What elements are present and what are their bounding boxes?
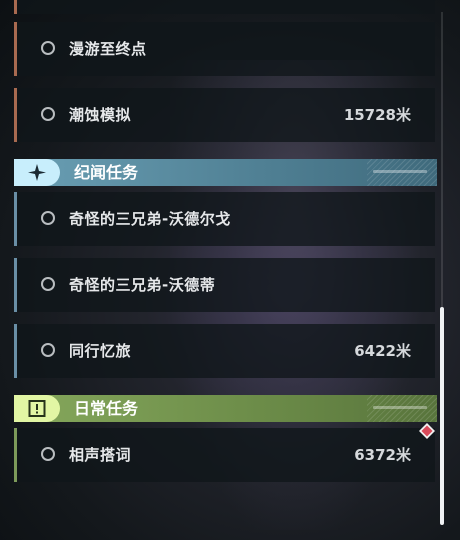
header-decoration-text [373, 406, 427, 409]
quest-title: 漫游至终点 [69, 40, 147, 58]
section-header-daily[interactable]: 日常任务 [14, 395, 437, 422]
quest-status-circle-icon [41, 211, 55, 225]
exclamation-icon [28, 400, 46, 417]
story-badge [14, 159, 60, 186]
quest-status-circle-icon [41, 277, 55, 291]
quest-status-circle-icon [41, 447, 55, 461]
quest-title: 奇怪的三兄弟-沃德尔戈 [69, 210, 231, 228]
header-decoration-text [373, 170, 427, 173]
quest-distance: 6422米 [354, 342, 411, 360]
quest-item-three-brothers-2[interactable]: 奇怪的三兄弟-沃德蒂 [14, 258, 435, 312]
quest-distance: 6372米 [354, 446, 411, 464]
quest-title: 同行忆旅 [69, 342, 132, 360]
quest-item-crosstalk[interactable]: 相声搭词 6372米 [14, 428, 435, 482]
red-diamond-icon [419, 423, 435, 439]
list-item-partial [14, 0, 435, 14]
section-title: 纪闻任务 [74, 163, 139, 182]
quest-title: 潮蚀模拟 [69, 106, 132, 124]
quest-item-journey-memories[interactable]: 同行忆旅 6422米 [14, 324, 435, 378]
daily-badge [14, 395, 60, 422]
quest-item-tide-simulation[interactable]: 潮蚀模拟 15728米 [14, 88, 435, 142]
quest-status-circle-icon [41, 343, 55, 357]
quest-item-three-brothers-1[interactable]: 奇怪的三兄弟-沃德尔戈 [14, 192, 435, 246]
section-header-story[interactable]: 纪闻任务 [14, 159, 437, 186]
sparkle-icon [28, 164, 46, 181]
section-title: 日常任务 [74, 399, 139, 418]
quest-status-circle-icon [41, 41, 55, 55]
quest-title: 奇怪的三兄弟-沃德蒂 [69, 276, 216, 294]
quest-status-circle-icon [41, 107, 55, 121]
quest-distance: 15728米 [343, 106, 411, 124]
scrollbar-thumb[interactable] [440, 307, 444, 525]
quest-item-roam-to-end[interactable]: 漫游至终点 [14, 22, 435, 76]
quest-title: 相声搭词 [69, 446, 132, 464]
